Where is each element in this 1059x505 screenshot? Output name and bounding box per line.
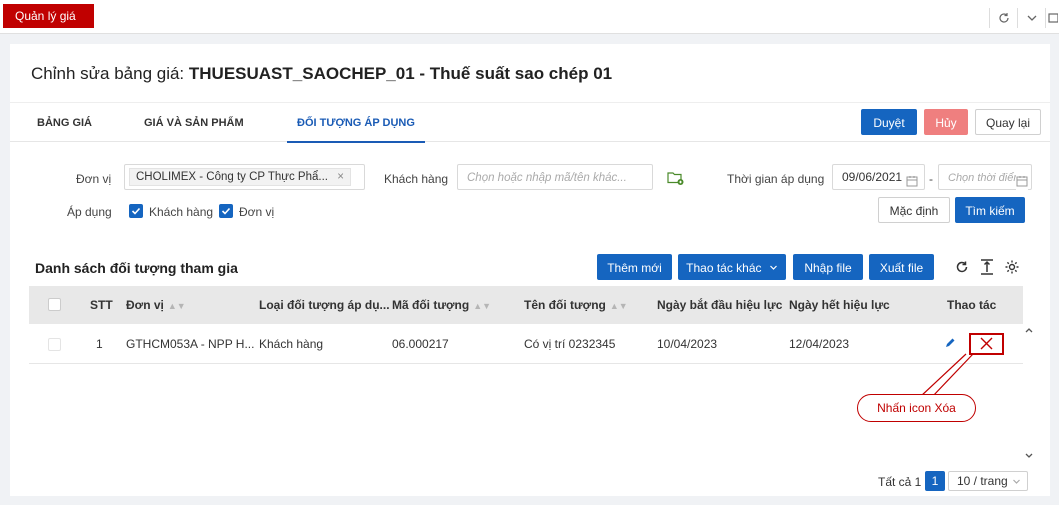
cell-start-date: 10/04/2023	[657, 337, 718, 351]
page-title-name: THUESUAST_SAOCHEP_01 - Thuế suất sao ché…	[188, 64, 613, 83]
unit-chip-text: CHOLIMEX - Công ty CP Thực Phẩ...	[136, 171, 328, 183]
back-button[interactable]: Quay lại	[975, 109, 1041, 135]
header-object-code-label: Mã đối tượng	[392, 298, 470, 312]
chevron-down-icon	[1013, 479, 1020, 484]
apply-customer-checkbox[interactable]	[129, 204, 143, 218]
sort-icon[interactable]: ▲▼	[473, 301, 491, 311]
app-tab-price-management[interactable]: Quản lý giá	[3, 4, 94, 28]
apply-customer-label: Khách hàng	[149, 205, 214, 219]
tab-price-list[interactable]: BẢNG GIÁ	[37, 103, 92, 143]
table-scrollbar[interactable]	[1023, 324, 1035, 464]
default-button[interactable]: Mặc định	[878, 197, 950, 223]
folder-add-icon[interactable]	[667, 170, 685, 189]
apply-label: Áp dụng	[67, 205, 112, 219]
pagination-total: Tất cả 1	[878, 475, 922, 489]
header-object-name[interactable]: Tên đối tượng ▲▼	[524, 286, 628, 324]
cell-unit: GTHCM053A - NPP H...	[126, 337, 255, 351]
apply-unit-checkbox[interactable]	[219, 204, 233, 218]
header-unit-label: Đơn vị	[126, 298, 164, 312]
unit-chip: CHOLIMEX - Công ty CP Thực Phẩ... ×	[129, 168, 351, 186]
customer-placeholder: Chọn hoặc nhập mã/tên khác...	[467, 172, 627, 184]
cancel-button[interactable]: Hủy	[924, 109, 968, 135]
list-title: Danh sách đối tượng tham gia	[35, 260, 238, 276]
tab-bar: BẢNG GIÁ GIÁ VÀ SẢN PHẨM ĐỐI TƯỢNG ÁP DỤ…	[10, 102, 1050, 143]
date-from-input[interactable]: 09/06/2021	[832, 164, 925, 190]
cell-object-type: Khách hàng	[259, 337, 324, 351]
header-object-code[interactable]: Mã đối tượng ▲▼	[392, 286, 491, 324]
cell-object-code: 06.000217	[392, 337, 449, 351]
table-header: STT Đơn vị ▲▼ Loại đối tượng áp dụ... Mã …	[29, 286, 1023, 324]
page-title: Chỉnh sửa bảng giá: THUESUAST_SAOCHEP_01…	[31, 64, 612, 84]
table-row: 1 GTHCM053A - NPP H... Khách hàng 06.000…	[29, 324, 1023, 364]
unit-label: Đơn vị	[76, 172, 112, 186]
more-actions-button[interactable]: Thao tác khác	[678, 254, 786, 280]
tab-applied-objects[interactable]: ĐỐI TƯỢNG ÁP DỤNG	[287, 103, 425, 143]
header-object-name-label: Tên đối tượng	[524, 298, 606, 312]
customer-label: Khách hàng	[384, 172, 449, 186]
select-all-checkbox[interactable]	[48, 298, 61, 311]
top-bar: Quản lý giá	[0, 0, 1059, 34]
cell-stt: 1	[96, 337, 103, 351]
row-checkbox[interactable]	[48, 338, 61, 351]
calendar-icon[interactable]	[1016, 171, 1028, 195]
header-object-type[interactable]: Loại đối tượng áp dụ...	[259, 286, 390, 324]
checkmark-icon	[221, 207, 231, 215]
add-new-button[interactable]: Thêm mới	[597, 254, 672, 280]
apply-unit-label: Đơn vị	[239, 205, 275, 219]
approve-button[interactable]: Duyệt	[861, 109, 917, 135]
search-button[interactable]: Tìm kiếm	[955, 197, 1025, 223]
column-height-icon[interactable]	[980, 259, 994, 278]
sort-icon[interactable]: ▲▼	[610, 301, 628, 311]
header-stt: STT	[90, 298, 113, 312]
pagination-page-1[interactable]: 1	[925, 471, 945, 491]
date-separator: -	[929, 172, 933, 186]
chevron-down-icon	[769, 265, 777, 270]
export-file-button[interactable]: Xuất file	[869, 254, 934, 280]
header-start-date[interactable]: Ngày bắt đầu hiệu lực	[657, 286, 782, 324]
date-to-input[interactable]: Chọn thời điểm	[938, 164, 1032, 195]
expand-icon[interactable]	[1045, 8, 1059, 28]
header-end-date[interactable]: Ngày hết hiệu lực	[789, 286, 890, 324]
checkmark-icon	[131, 207, 141, 215]
refresh-icon[interactable]	[989, 8, 1017, 28]
page-size-value: 10 / trang	[957, 474, 1008, 488]
close-icon[interactable]: ×	[337, 171, 344, 183]
sort-icon[interactable]: ▲▼	[168, 301, 186, 311]
unit-select[interactable]: CHOLIMEX - Công ty CP Thực Phẩ... ×	[124, 164, 365, 190]
date-from-value: 09/06/2021	[842, 170, 903, 184]
import-file-button[interactable]: Nhập file	[793, 254, 863, 280]
cell-end-date: 12/04/2023	[789, 337, 850, 351]
header-actions: Thao tác	[947, 298, 997, 312]
header-unit[interactable]: Đơn vị ▲▼	[126, 286, 186, 324]
period-label: Thời gian áp dụng	[727, 172, 825, 186]
customer-input[interactable]: Chọn hoặc nhập mã/tên khác...	[457, 164, 653, 190]
tab-price-and-products[interactable]: GIÁ VÀ SẢN PHẨM	[144, 103, 244, 143]
callout-delete-hint: Nhấn icon Xóa	[857, 394, 976, 422]
reload-icon[interactable]	[955, 260, 969, 277]
top-toolbar	[989, 8, 1059, 28]
page-size-select[interactable]: 10 / trang	[948, 471, 1028, 491]
date-to-placeholder: Chọn thời điểm	[948, 172, 1023, 184]
calendar-icon[interactable]	[906, 171, 918, 195]
settings-icon[interactable]	[1004, 259, 1020, 278]
delete-icon[interactable]	[969, 333, 1004, 355]
chevron-down-icon[interactable]	[1017, 8, 1045, 28]
page-title-prefix: Chỉnh sửa bảng giá:	[31, 64, 185, 83]
cell-object-name: Có vị trí 0232345	[524, 337, 616, 351]
edit-icon[interactable]	[944, 337, 956, 352]
more-actions-label: Thao tác khác	[686, 261, 762, 275]
main-card: Chỉnh sửa bảng giá: THUESUAST_SAOCHEP_01…	[10, 44, 1050, 496]
